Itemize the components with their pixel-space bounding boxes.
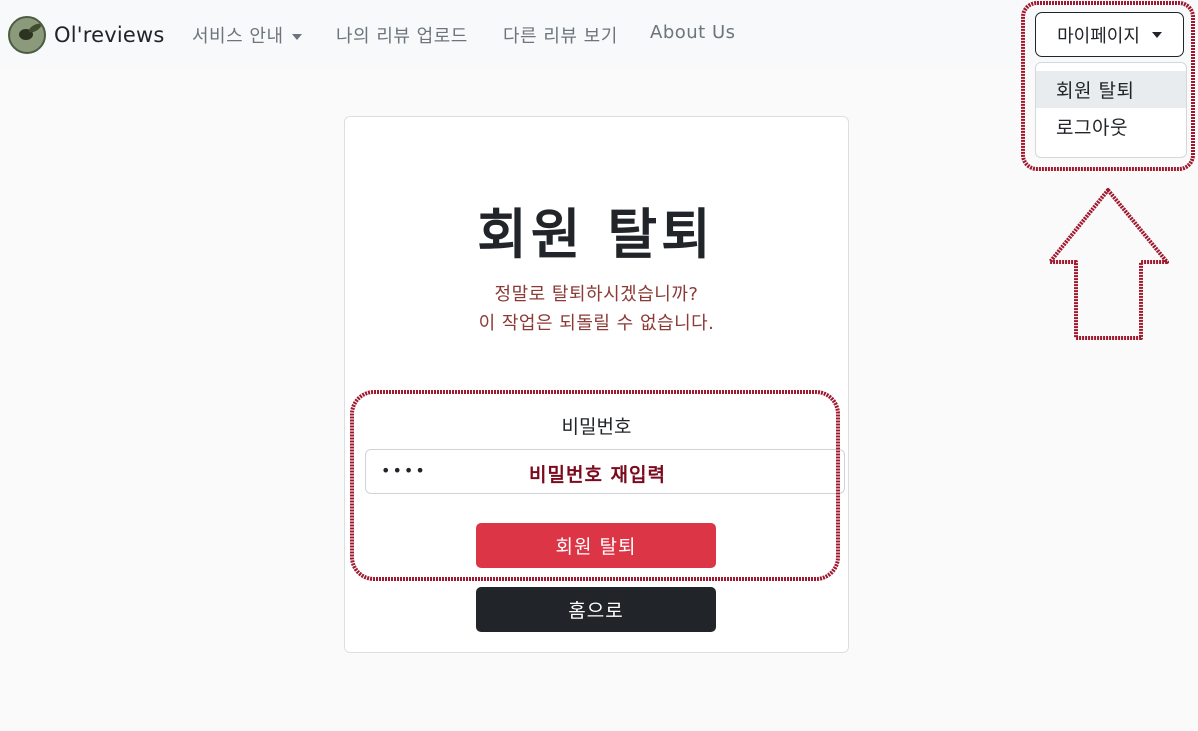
- nav-about-us[interactable]: About Us: [650, 22, 736, 43]
- mypage-dropdown-menu: 회원 탈퇴 로그아웃: [1035, 62, 1187, 158]
- mypage-dropdown-button[interactable]: 마이페이지: [1035, 12, 1184, 57]
- warning-text-line1: 정말로 탈퇴하시겠습니까?: [494, 284, 699, 305]
- menu-item-logout[interactable]: 로그아웃: [1036, 108, 1186, 145]
- password-annotation: 비밀번호 재입력: [529, 464, 666, 486]
- navbar: Ol'reviews 서비스 안내 나의 리뷰 업로드 다른 리뷰 보기 Abo…: [0, 0, 1198, 68]
- menu-item-withdraw[interactable]: 회원 탈퇴: [1036, 71, 1186, 108]
- mypage-label: 마이페이지: [1057, 25, 1140, 47]
- nav-other-reviews[interactable]: 다른 리뷰 보기: [503, 22, 618, 48]
- brand-name: Ol'reviews: [54, 23, 165, 47]
- brand[interactable]: Ol'reviews: [8, 16, 165, 54]
- nav-service-guide-label: 서비스 안내: [192, 26, 284, 47]
- withdraw-button[interactable]: 회원 탈퇴: [476, 523, 716, 568]
- nav-service-guide[interactable]: 서비스 안내: [192, 22, 302, 48]
- olive-logo-icon: [8, 16, 46, 54]
- caret-down-icon: [1151, 31, 1162, 38]
- password-label: 비밀번호: [561, 416, 632, 438]
- home-button[interactable]: 홈으로: [476, 587, 716, 632]
- nav-upload-review[interactable]: 나의 리뷰 업로드: [336, 22, 468, 48]
- page-title: 회원 탈퇴: [477, 203, 715, 266]
- caret-down-icon: [291, 34, 302, 40]
- warning-text-line2: 이 작업은 되돌릴 수 없습니다.: [478, 313, 715, 334]
